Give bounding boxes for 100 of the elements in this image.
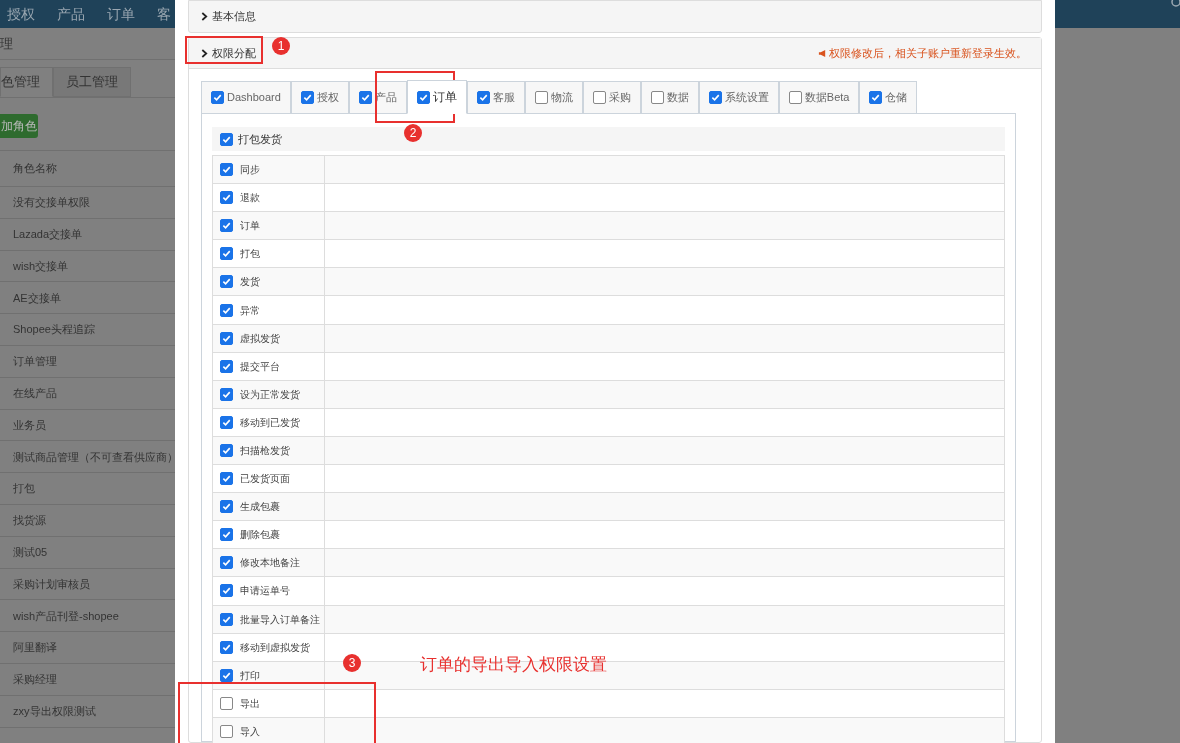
checkbox[interactable]: [220, 191, 233, 205]
check-icon: [418, 92, 428, 102]
check-icon: [360, 93, 370, 102]
checkbox[interactable]: [220, 640, 233, 654]
permission-label: 导入: [240, 724, 260, 739]
checkbox[interactable]: [300, 91, 314, 104]
table-cell-text: zxy导出权限测试: [13, 703, 96, 719]
check-icon: [222, 361, 231, 371]
check-icon: [222, 389, 231, 399]
check-icon: [222, 586, 231, 596]
tab[interactable]: 授权: [290, 81, 349, 114]
nav-item[interactable]: 授权: [7, 3, 35, 25]
table-cell-text: wish交接单: [13, 258, 68, 274]
checkbox[interactable]: [534, 91, 548, 104]
checkbox[interactable]: [869, 91, 883, 104]
add-role-button[interactable]: 加角色: [0, 114, 38, 138]
tab[interactable]: 员工管理: [53, 67, 131, 97]
notice-text: 权限修改后，相关子账户重新登录生效。: [818, 44, 1027, 62]
tab[interactable]: 客服: [466, 81, 525, 114]
permission-label: 删除包裹: [240, 528, 280, 543]
table-cell-text: 订单管理: [13, 354, 57, 370]
table-cell-text: 在线产品: [13, 385, 57, 401]
checkbox[interactable]: [220, 584, 233, 598]
checkbox[interactable]: [220, 387, 233, 401]
checkbox[interactable]: [476, 91, 490, 104]
checkbox[interactable]: [220, 219, 233, 233]
tab[interactable]: 仓储: [859, 81, 918, 114]
nav-item[interactable]: 客: [157, 3, 171, 25]
tab[interactable]: 数据: [640, 81, 699, 114]
checkbox[interactable]: [220, 556, 233, 570]
table-cell-text: 测试商品管理（不可查看供应商）: [13, 449, 175, 465]
permission-label: 修改本地备注: [240, 556, 300, 571]
tab[interactable]: 采购: [582, 81, 641, 114]
check-icon: [222, 249, 231, 259]
tab[interactable]: Dashboard: [201, 81, 291, 114]
permission-label: 订单: [240, 219, 260, 234]
megaphone-icon: [818, 48, 827, 58]
checkbox[interactable]: [220, 444, 233, 457]
check-icon: [222, 670, 231, 680]
panel-header[interactable]: 基本信息: [188, 0, 1042, 33]
permission-label: 申请运单号: [240, 584, 290, 599]
tab[interactable]: 色管理: [0, 67, 53, 97]
check-icon: [871, 93, 881, 102]
checkbox[interactable]: [220, 163, 233, 177]
checkbox[interactable]: [220, 724, 233, 738]
checkbox[interactable]: [358, 91, 372, 104]
check-icon: [222, 305, 231, 315]
nav-item[interactable]: 订单: [107, 3, 135, 25]
checkbox[interactable]: [220, 132, 233, 146]
checkbox[interactable]: [220, 500, 233, 514]
check-icon: [222, 277, 231, 287]
checkbox[interactable]: [220, 696, 233, 710]
tab[interactable]: 数据Beta: [778, 81, 860, 114]
permission-label: 退款: [240, 191, 260, 206]
checkbox[interactable]: [220, 612, 233, 626]
checkbox[interactable]: [220, 415, 233, 429]
checkbox[interactable]: [211, 91, 224, 104]
permission-label: 打印: [240, 668, 260, 683]
checkbox[interactable]: [220, 359, 233, 373]
table-cell-text: 找货源: [13, 513, 46, 529]
permission-label: 异常: [240, 303, 260, 318]
tab[interactable]: 物流: [524, 81, 583, 114]
permission-label: 提交平台: [240, 359, 280, 374]
checkbox[interactable]: [220, 247, 233, 261]
tab[interactable]: 订单: [406, 80, 467, 114]
permission-label: 打包: [240, 247, 260, 262]
check-icon: [222, 134, 231, 144]
tab[interactable]: 系统设置: [698, 81, 779, 114]
permission-label: 导出: [240, 696, 260, 711]
panel-title: 权限分配: [212, 45, 256, 61]
nav-item[interactable]: 产品: [57, 3, 85, 25]
annotation-note: 订单的导出导入权限设置: [420, 654, 607, 676]
checkbox[interactable]: [592, 91, 606, 104]
checkbox[interactable]: [220, 668, 233, 682]
checkbox[interactable]: [220, 331, 233, 345]
permission-label: 发货: [240, 275, 260, 290]
table-cell-text: AE交接单: [13, 290, 61, 306]
search-icon[interactable]: [1170, 0, 1180, 8]
check-icon: [222, 474, 231, 484]
permission-label: 移动到已发货: [240, 415, 300, 430]
checkbox[interactable]: [220, 528, 233, 542]
panel-title: 基本信息: [212, 9, 256, 25]
check-icon: [222, 530, 231, 540]
table-cell-text: wish产品刊登-shopee: [13, 608, 119, 624]
check-icon: [222, 558, 231, 568]
check-icon: [222, 165, 231, 175]
check-icon: [222, 446, 231, 455]
check-icon: [222, 642, 231, 652]
table-cell-text: 打包: [13, 481, 35, 497]
checkbox[interactable]: [416, 90, 430, 104]
check-icon: [710, 93, 720, 102]
table-cell-text: Shopee头程追踪: [13, 322, 95, 338]
table-cell-text: 采购计划审核员: [13, 576, 90, 592]
checkbox[interactable]: [220, 275, 233, 289]
check-icon: [222, 333, 231, 343]
checkbox[interactable]: [650, 91, 664, 104]
checkbox[interactable]: [708, 91, 722, 104]
checkbox[interactable]: [220, 303, 233, 317]
checkbox[interactable]: [220, 472, 233, 486]
checkbox[interactable]: [788, 91, 802, 104]
